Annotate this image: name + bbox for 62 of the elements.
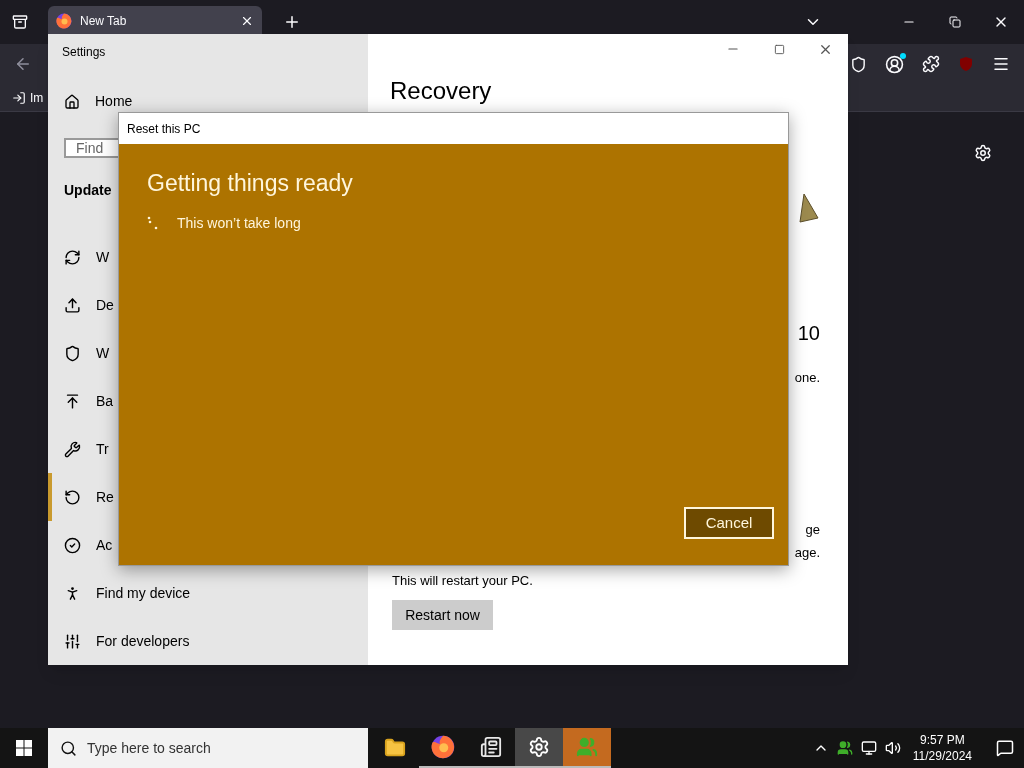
close-icon[interactable] [240,14,254,28]
section-heading: Update [64,181,112,200]
nav-item[interactable]: Home [64,91,133,112]
upload-arrow-icon [64,392,81,410]
windows-icon [16,740,32,756]
recovery-icon [64,488,81,506]
cancel-button[interactable]: Cancel [684,507,774,539]
page-title: Recovery [390,76,492,106]
search-icon [60,739,77,757]
browser-tab[interactable]: New Tab [48,6,262,36]
back-icon[interactable] [14,55,32,73]
text-fragment: age. [794,544,820,562]
text-fragment: one. [794,369,820,387]
restart-button[interactable]: Restart now [392,600,493,630]
sync-icon [64,248,81,266]
restore-icon [949,16,961,28]
tab-list-icon [12,14,28,30]
maximize-icon [773,43,785,55]
bookmark-link[interactable]: Im [12,88,44,107]
nav-item[interactable]: W [48,233,368,281]
text-fragment: ge [805,520,820,539]
nav-item[interactable]: Find my device [48,569,368,617]
plus-icon [283,13,301,31]
dialog-heading: Getting things ready [147,169,354,198]
sliders-icon [64,632,81,650]
nav-item[interactable]: W [48,329,368,377]
window-title: Settings [62,44,107,61]
tab-title: New Tab [80,13,128,30]
wrench-icon [64,440,81,458]
firefox-icon [56,13,72,29]
taskbar-app[interactable] [515,728,563,768]
text-fragment: 10 [797,321,820,346]
settings-icon [528,736,550,758]
volume-icon[interactable] [884,740,901,756]
spinner-icon [147,216,159,230]
status-text: This won’t take long [177,213,301,233]
dialog-title: Reset this PC [127,120,201,138]
clock[interactable]: 9:57 PM 11/29/2024 [908,732,976,764]
nav-item[interactable]: De [48,281,368,329]
firefox-icon [431,735,455,759]
people-icon [576,736,598,758]
nav-item[interactable]: Ac [48,521,368,569]
upload-tray-icon [64,296,81,314]
nav-item[interactable]: Tr [48,425,368,473]
notifications-icon[interactable] [996,739,1014,757]
folder-icon [384,737,406,759]
newspaper-icon [480,736,502,758]
home-icon [64,93,80,110]
settings-icon[interactable] [974,144,992,162]
shield-icon [64,344,81,362]
nav-item[interactable]: For developers [48,617,368,665]
taskbar-search-field[interactable]: Type here to search [48,728,368,768]
extensions-icon[interactable] [922,55,940,73]
restart-note: This will restart your PC. [392,571,534,590]
search-placeholder: Type here to search [87,738,211,758]
check-circle-icon [64,536,81,554]
network-icon[interactable] [860,740,877,756]
people-icon[interactable] [836,740,853,756]
account-icon[interactable] [885,54,904,74]
import-icon [12,90,26,105]
nav-item[interactable]: Ba [48,377,368,425]
menu-icon[interactable] [992,55,1010,73]
